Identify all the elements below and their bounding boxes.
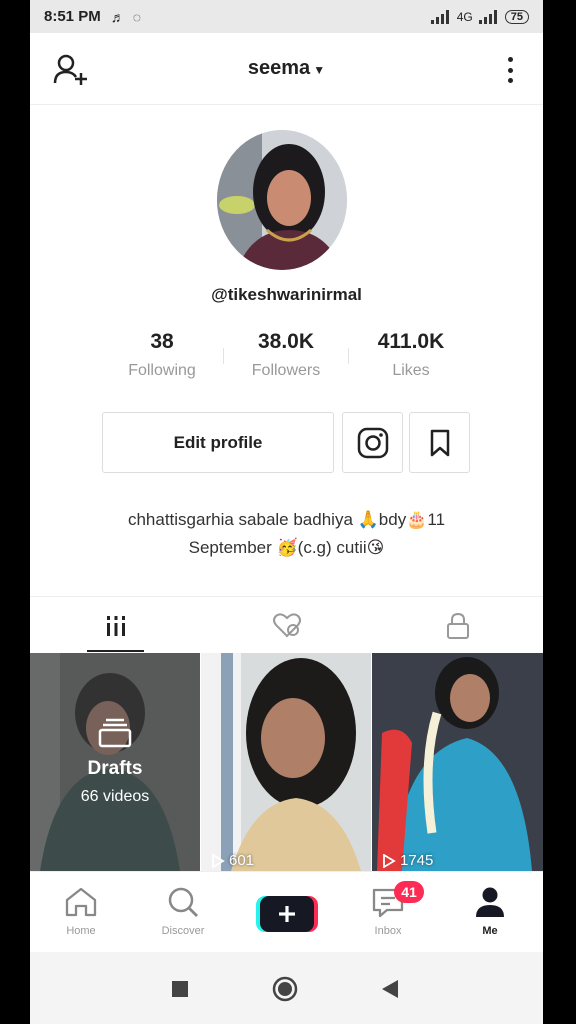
page-title: seema	[247, 57, 311, 79]
nav-home-label: Home	[66, 925, 96, 937]
plus-icon	[256, 896, 318, 932]
drafts-tile[interactable]: Drafts 66 videos	[30, 653, 200, 871]
video-tile[interactable]: 601	[201, 653, 371, 871]
instagram-icon	[357, 427, 388, 458]
profile-screen: 8:51 PM ♬ ◌ 4G 75 seema ▼ @tikeshwarinir…	[30, 0, 543, 1024]
play-icon	[383, 853, 396, 868]
drafts-icon	[98, 718, 132, 748]
username-handle: @tikeshwarinirmal	[211, 285, 362, 304]
dot-icon	[507, 67, 513, 73]
sync-icon: ◌	[132, 8, 142, 25]
drafts-count: 66 videos	[80, 788, 150, 805]
stat-likes: 411.0K Likes	[346, 330, 476, 380]
inbox-badge: 41	[394, 881, 424, 903]
caret-down-icon: ▼	[313, 63, 326, 77]
network-type: 4G	[456, 9, 473, 24]
video-thumbnail	[201, 653, 371, 871]
signal-icon-2	[478, 9, 497, 24]
view-count: 601	[211, 852, 254, 869]
stat-followers[interactable]: 38.0K Followers	[221, 330, 351, 380]
following-count: 38	[150, 330, 174, 353]
system-nav-bar	[30, 952, 543, 1024]
favorites-button[interactable]	[409, 412, 470, 473]
bookmark-icon	[430, 429, 449, 456]
tab-videos[interactable]	[30, 597, 201, 654]
nav-me[interactable]: Me	[440, 886, 540, 937]
play-icon	[212, 853, 225, 868]
tab-liked[interactable]	[201, 597, 372, 654]
edit-profile-button[interactable]: Edit profile	[102, 412, 334, 473]
view-count: 1745	[382, 852, 433, 869]
search-icon	[168, 887, 198, 917]
tab-private[interactable]	[372, 597, 543, 654]
signal-icon	[430, 9, 449, 24]
following-label: Following	[128, 362, 196, 379]
nav-inbox-label: Inbox	[374, 925, 402, 937]
drafts-label: Drafts	[87, 758, 143, 779]
followers-label: Followers	[251, 362, 321, 379]
stat-following[interactable]: 38 Following	[97, 330, 227, 380]
instagram-button[interactable]	[342, 412, 403, 473]
nav-discover[interactable]: Discover	[133, 886, 233, 937]
followers-count: 38.0K	[257, 330, 315, 353]
likes-count: 411.0K	[377, 330, 445, 353]
avatar[interactable]	[217, 130, 347, 270]
home-icon	[65, 887, 97, 917]
recents-icon[interactable]	[171, 980, 189, 998]
views-text: 601	[229, 852, 255, 869]
profile-bio: chhattisgarhia sabale badhiya 🙏bdy🎂11 Se…	[30, 506, 543, 562]
video-thumbnail	[372, 653, 543, 871]
lock-icon	[446, 612, 469, 639]
bio-line-2: September 🥳(c.g) cutii😘	[188, 538, 385, 557]
home-circle-icon[interactable]	[272, 976, 298, 1002]
status-time: 8:51 PM	[44, 8, 101, 25]
grid-icon	[106, 615, 125, 636]
nav-discover-label: Discover	[161, 925, 205, 937]
nav-me-label: Me	[482, 925, 498, 937]
back-icon[interactable]	[380, 979, 400, 999]
status-bar: 8:51 PM ♬ ◌ 4G 75	[30, 0, 543, 33]
nav-home[interactable]: Home	[31, 886, 131, 937]
profile-icon	[476, 887, 504, 917]
status-right: 4G 75	[430, 9, 529, 24]
video-tile[interactable]: 1745	[372, 653, 543, 871]
dot-icon	[507, 57, 513, 62]
avatar-photo	[217, 130, 347, 270]
drafts-overlay: Drafts 66 videos	[30, 653, 200, 871]
active-tab-indicator	[87, 650, 144, 652]
music-notification-icon: ♬	[110, 8, 125, 25]
more-options-button[interactable]	[503, 54, 517, 86]
bottom-nav: Home Discover Inbox Me	[30, 871, 543, 952]
bio-line-1: chhattisgarhia sabale badhiya 🙏bdy🎂11	[127, 510, 446, 529]
likes-label: Likes	[392, 362, 430, 379]
hidden-heart-icon	[272, 612, 301, 637]
profile-tabs	[30, 596, 543, 653]
profile-header: seema ▼	[30, 33, 543, 105]
views-text: 1745	[400, 852, 434, 869]
dot-icon	[507, 78, 513, 83]
create-video-button[interactable]	[256, 894, 318, 934]
battery-indicator: 75	[504, 9, 529, 24]
account-switcher[interactable]: seema ▼	[30, 57, 543, 80]
